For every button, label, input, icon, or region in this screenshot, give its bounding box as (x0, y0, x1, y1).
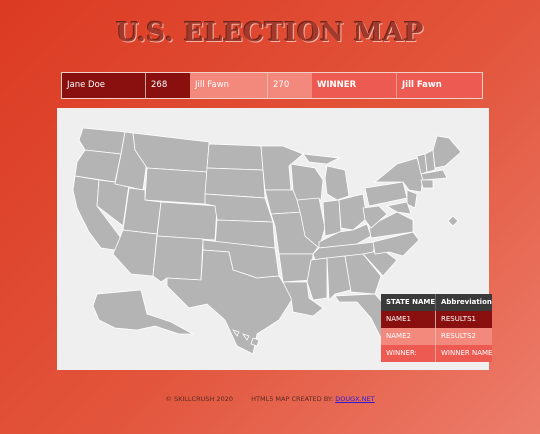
results-bar: Jane Doe 268 Jill Fawn 270 WINNER Jill F… (61, 72, 483, 99)
legend-row3-value: WINNER NAME (441, 349, 493, 357)
legend-header-state: STATE NAME (381, 294, 436, 311)
state-pa[interactable] (364, 181, 408, 207)
legend-header-row: STATE NAME Abbreviation (381, 294, 492, 311)
state-nm[interactable] (152, 235, 204, 283)
winner-name: Jill Fawn (397, 73, 482, 98)
state-sd[interactable] (204, 167, 266, 199)
legend-row2-value: RESULTS2 (441, 332, 476, 340)
winner-label: WINNER (312, 73, 397, 98)
footer-copyright: © SKILLCRUSH 2020 (165, 395, 233, 403)
legend-row2-name: NAME2 (381, 328, 436, 345)
state-nd[interactable] (206, 143, 264, 171)
legend-row-winner: WINNER: WINNER NAME (381, 345, 492, 362)
state-wi[interactable] (290, 163, 324, 201)
footer: © SKILLCRUSH 2020 HTML5 MAP CREATED BY: … (0, 395, 540, 403)
legend-row3-name: WINNER: (381, 345, 436, 362)
state-dc[interactable] (447, 215, 459, 227)
state-me[interactable] (432, 135, 462, 169)
state-ms[interactable] (306, 257, 328, 301)
legend-row1-value: RESULTS1 (441, 315, 476, 323)
state-in[interactable] (322, 199, 342, 237)
state-oh[interactable] (338, 193, 368, 231)
legend-row-candidate1: NAME1 RESULTS1 (381, 311, 492, 328)
state-wy[interactable] (144, 167, 208, 205)
state-co[interactable] (156, 201, 218, 241)
state-ct[interactable] (420, 179, 434, 189)
candidate2-name: Jill Fawn (190, 73, 268, 98)
page-title: U.S. ELECTION MAP (116, 18, 424, 48)
footer-created-by: HTML5 MAP CREATED BY: (251, 395, 334, 403)
candidate1-name: Jane Doe (62, 73, 146, 98)
footer-link[interactable]: DOUGX.NET (335, 395, 374, 403)
legend-header-abbr: Abbreviation (441, 298, 492, 306)
legend-row1-name: NAME1 (381, 311, 436, 328)
candidate1-votes: 268 (146, 73, 190, 98)
candidate2-votes: 270 (268, 73, 312, 98)
legend-row-candidate2: NAME2 RESULTS2 (381, 328, 492, 345)
state-md[interactable] (385, 201, 412, 215)
legend-table: STATE NAME Abbreviation NAME1 RESULTS1 N… (381, 294, 492, 362)
